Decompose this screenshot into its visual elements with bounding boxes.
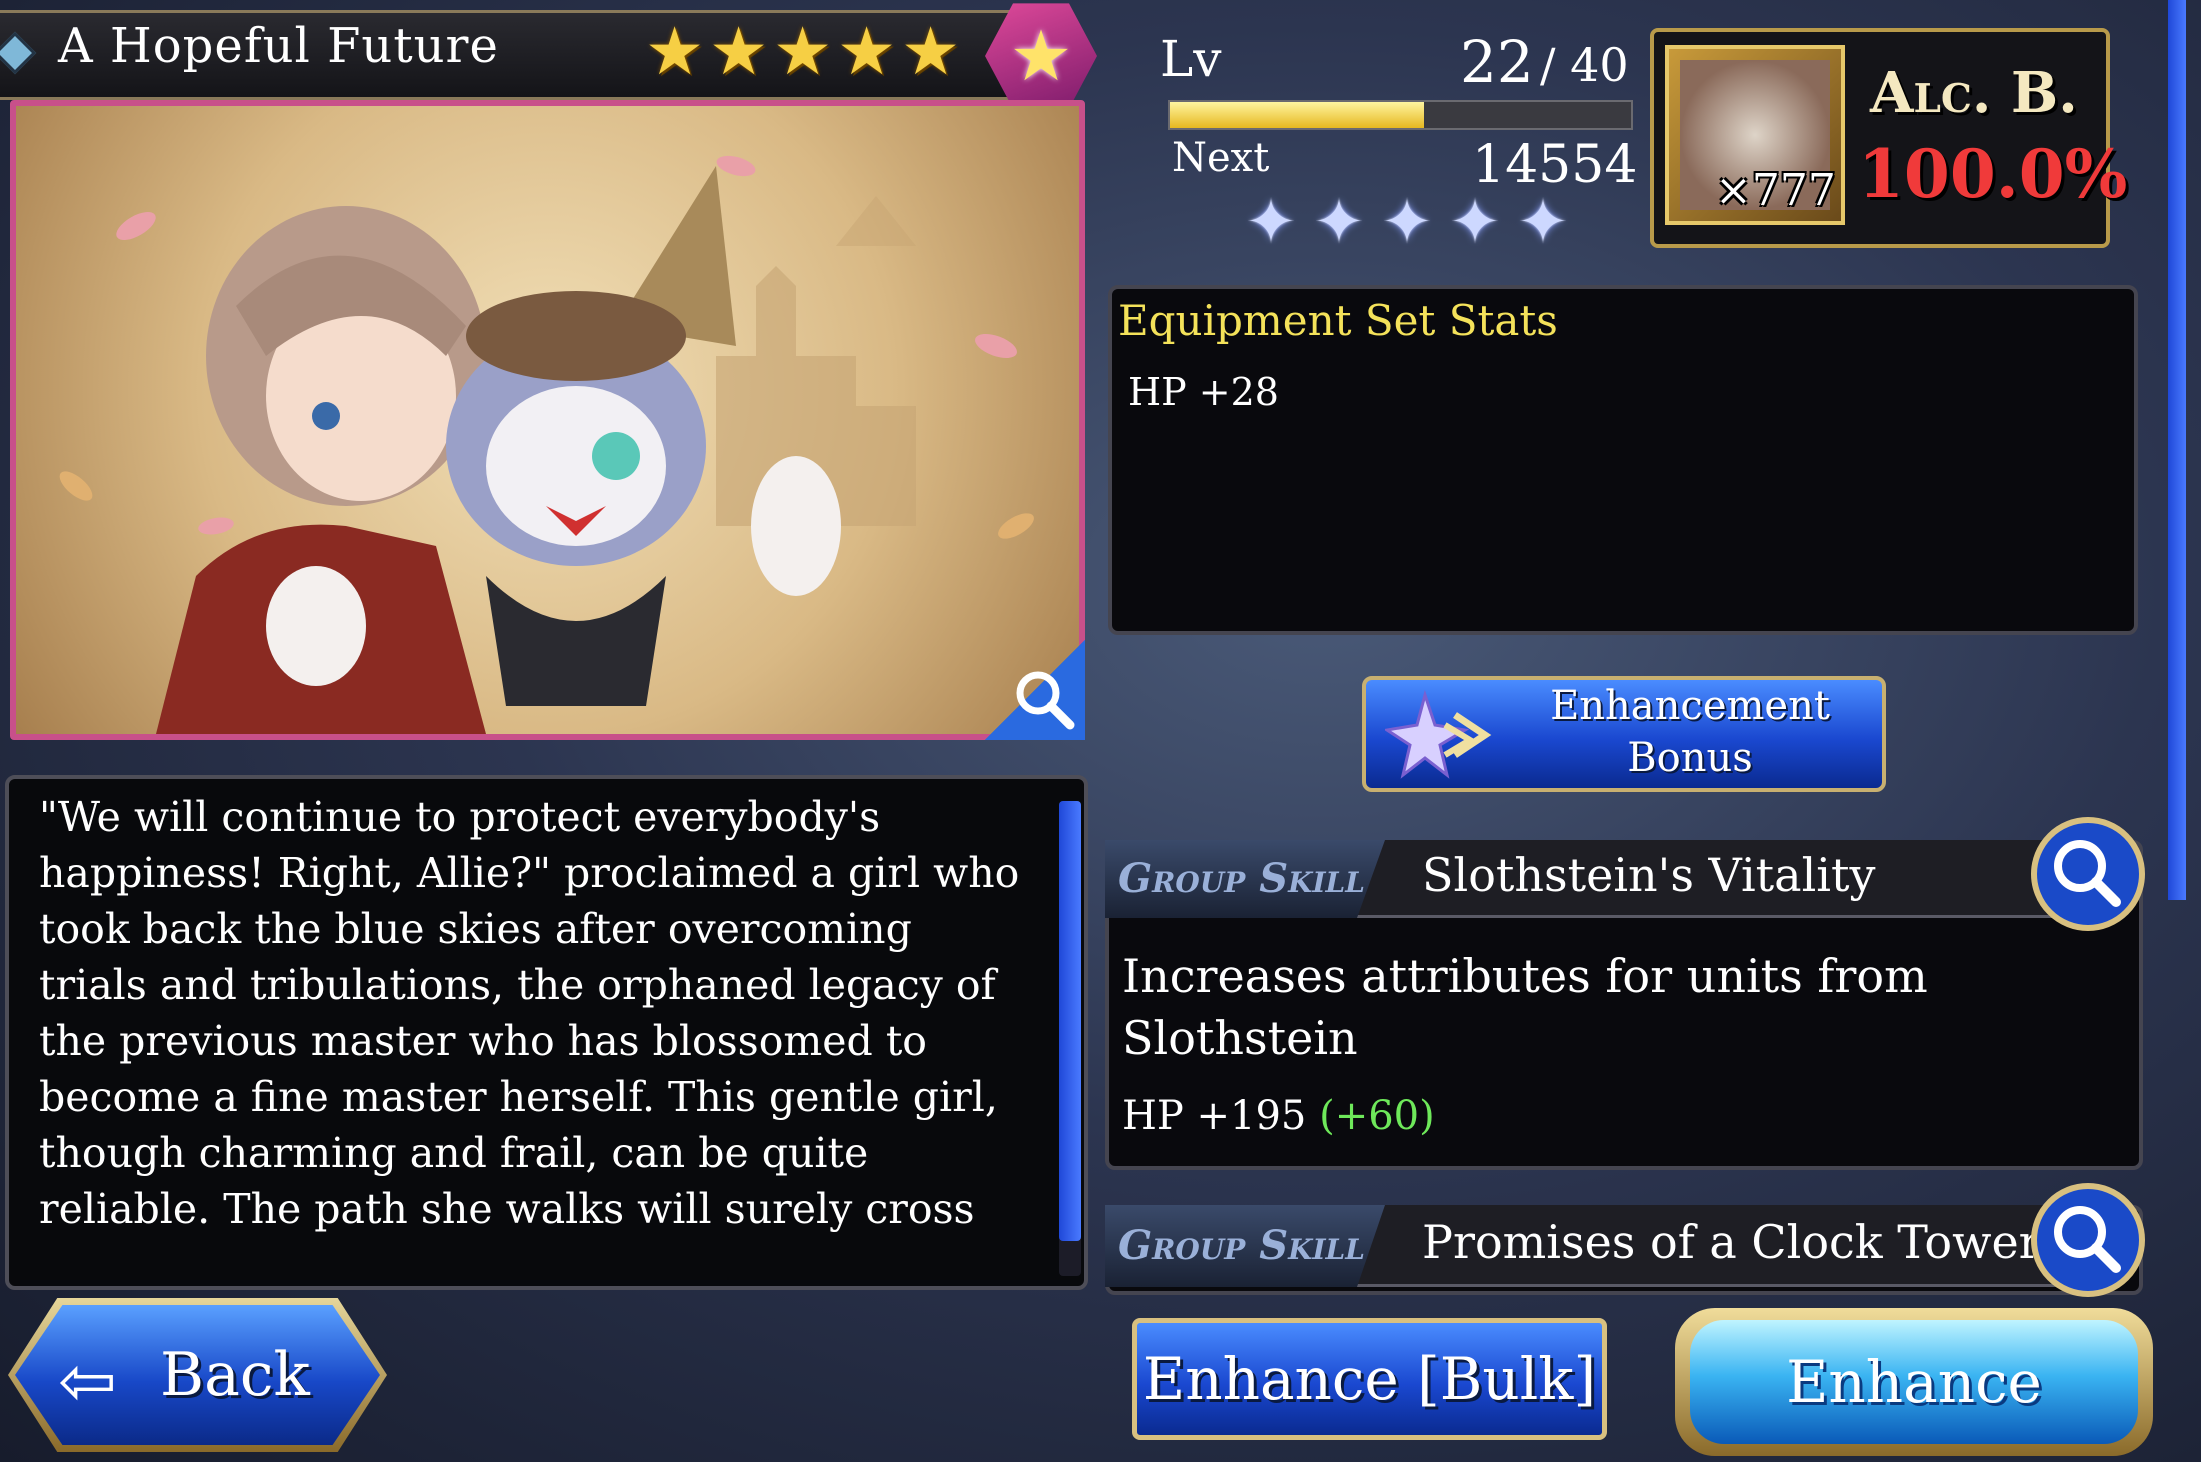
star-icon: ★ (709, 13, 769, 90)
enhance-bulk-button[interactable]: Enhance [Bulk] (1132, 1318, 1607, 1440)
description-text: "We will continue to protect everybody's… (39, 793, 1020, 1233)
group-skill-name: Slothstein's Vitality (1422, 848, 1876, 902)
star-icon: ★ (773, 13, 833, 90)
next-exp-label: Next (1172, 135, 1270, 181)
group-skill-description: Increases attributes for units from Slot… (1122, 949, 1928, 1065)
badge-star-icon: ★ (1009, 15, 1073, 97)
enhance-label: Enhance (1786, 1348, 2042, 1416)
skills-scrollbar-thumb[interactable] (2168, 0, 2186, 900)
enhancement-star-icon: ✦ (1381, 185, 1433, 258)
back-arrow-icon: ⇦ (58, 1340, 117, 1422)
level-current: 22 (1460, 28, 1534, 96)
enhancement-star-icon: ✦ (1313, 185, 1365, 258)
level-label: Lv (1160, 30, 1222, 88)
exp-bar-fill (1170, 102, 1424, 128)
description-scrollbar-thumb[interactable] (1059, 801, 1081, 1241)
star-icon: ★ (837, 13, 897, 90)
group-skill-name: Promises of a Clock Tower (1422, 1215, 2041, 1269)
skill-magnifier-icon[interactable] (2028, 1180, 2148, 1300)
back-button-label: Back (160, 1340, 310, 1410)
alchemy-item-count: ×777 (1715, 165, 1836, 216)
enhancement-bonus-icon (1385, 690, 1492, 779)
card-artwork[interactable] (10, 100, 1085, 740)
enhancement-stars: ✦ ✦ ✦ ✦ ✦ (1245, 185, 1577, 258)
rarity-stars: ★ ★ ★ ★ ★ (645, 13, 961, 90)
enhance-bulk-label: Enhance [Bulk] (1142, 1345, 1597, 1413)
enhance-button[interactable]: Enhance (1690, 1320, 2138, 1444)
group-skill-stat: HP +195 (+60) (1122, 1093, 1435, 1139)
artwork-illustration (59, 155, 1034, 734)
enhancement-bonus-label: Enhancement Bonus (1550, 683, 1830, 781)
group-skill-tag-label: Group Skill (1118, 855, 1365, 902)
equipment-set-stat: HP +28 (1128, 370, 1279, 414)
group-skill-stat-value: HP +195 (1122, 1093, 1307, 1139)
skill-magnifier-icon[interactable] (2028, 814, 2148, 934)
group-skill-stat-bonus: (+60) (1319, 1093, 1435, 1139)
alchemy-bonus-label: Alc. B. (1870, 60, 2078, 126)
card-title: A Hopeful Future (58, 18, 499, 74)
enhancement-star-icon: ✦ (1517, 185, 1569, 258)
enhancement-star-icon: ✦ (1449, 185, 1501, 258)
description-panel[interactable]: "We will continue to protect everybody's… (5, 775, 1088, 1290)
group-skill-tag-label: Group Skill (1118, 1222, 1365, 1269)
level-max: / 40 (1540, 38, 1629, 92)
enhancement-star-icon: ✦ (1245, 185, 1297, 258)
magnifier-icon[interactable] (1010, 665, 1080, 735)
star-icon: ★ (901, 13, 961, 90)
alchemy-bonus-value: 100.0% (1858, 135, 2128, 213)
equipment-set-title: Equipment Set Stats (1118, 296, 1558, 345)
star-icon: ★ (645, 13, 705, 90)
